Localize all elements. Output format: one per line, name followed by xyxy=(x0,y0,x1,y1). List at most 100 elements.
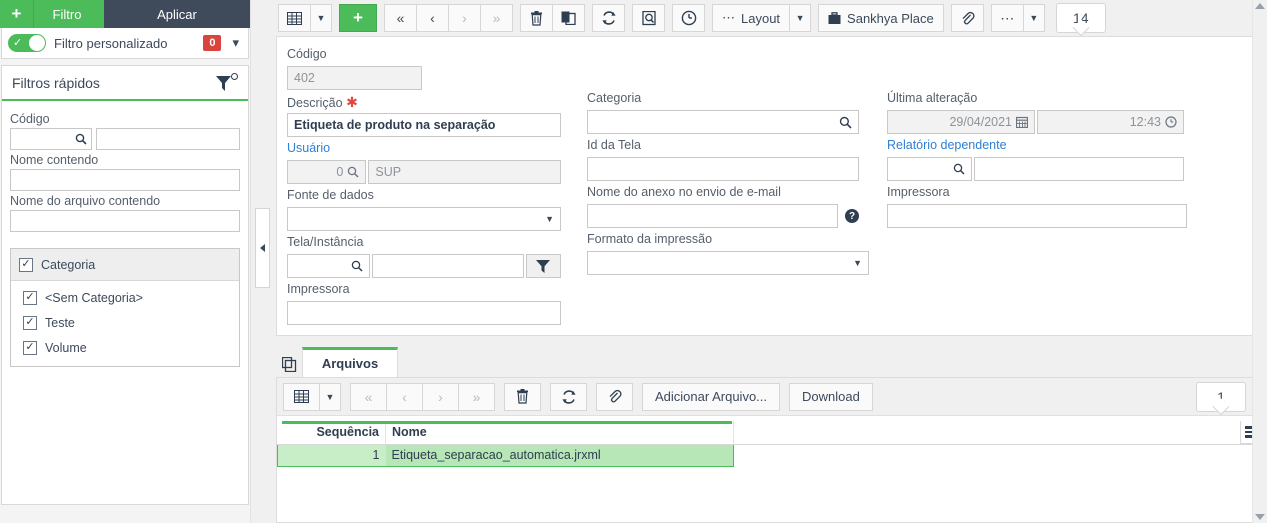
report-button[interactable] xyxy=(632,4,665,32)
label-relatorio-dependente[interactable]: Relatório dependente xyxy=(887,138,1187,155)
trash-icon xyxy=(517,389,528,404)
nome-arquivo-contendo-input[interactable] xyxy=(10,210,240,232)
checkbox-sem-categoria[interactable]: ✓ xyxy=(23,290,37,305)
add-record-button[interactable]: + xyxy=(339,4,377,32)
scroll-up-arrow-icon[interactable] xyxy=(1255,3,1265,9)
caret-down-icon-button[interactable]: ▼ xyxy=(310,4,332,32)
filter-button[interactable]: + Filtro xyxy=(0,0,104,28)
more-actions-button[interactable]: ⋯ xyxy=(990,4,1024,32)
caret-down-icon: ▼ xyxy=(853,258,862,268)
grid-row-count-badge[interactable]: 1 xyxy=(1196,382,1246,412)
record-count-badge[interactable]: 14 xyxy=(1055,3,1106,33)
toolbar-group-layout: ⋯ Layout ▼ xyxy=(712,4,812,32)
usuario-code-field[interactable]: 0 xyxy=(287,160,367,184)
custom-filter-toggle[interactable]: ✓ xyxy=(8,34,46,52)
categoria-field[interactable] xyxy=(587,110,859,134)
codigo-value-input[interactable] xyxy=(96,128,240,150)
next-row-button[interactable]: › xyxy=(422,382,459,411)
funnel-settings-icon[interactable] xyxy=(216,72,238,93)
tela-instancia-filter-button[interactable] xyxy=(525,254,561,278)
first-row-button[interactable]: « xyxy=(350,382,387,411)
relatorio-dependente-value-field[interactable] xyxy=(974,157,1184,181)
attach-file-button[interactable] xyxy=(596,382,633,411)
grid-icon xyxy=(287,11,302,25)
layout-button[interactable]: ⋯ Layout xyxy=(712,4,791,32)
download-label: Download xyxy=(802,389,860,404)
categoria-group-header[interactable]: ✓ Categoria xyxy=(11,249,239,281)
column-header-sequencia[interactable]: Sequência xyxy=(277,421,386,445)
tela-instancia-value-field[interactable] xyxy=(372,254,524,278)
collapse-sidebar-handle[interactable] xyxy=(255,208,270,288)
refresh-grid-button[interactable] xyxy=(550,382,587,411)
vertical-scrollbar[interactable] xyxy=(1252,0,1267,523)
grid-toolbar-group-delete xyxy=(504,382,541,411)
more-dropdown-button[interactable]: ▼ xyxy=(1022,4,1045,32)
label-usuario[interactable]: Usuário xyxy=(287,141,561,158)
required-asterisk-icon: ✱ xyxy=(346,94,358,110)
delete-record-button[interactable] xyxy=(520,4,553,32)
checkbox-teste[interactable]: ✓ xyxy=(23,315,37,330)
nome-contendo-input[interactable] xyxy=(10,169,240,191)
descricao-field[interactable]: Etiqueta de produto na separação xyxy=(287,113,561,137)
previous-row-button[interactable]: ‹ xyxy=(386,382,423,411)
sankhya-place-button[interactable]: Sankhya Place xyxy=(818,4,944,32)
refresh-button[interactable] xyxy=(592,4,625,32)
help-icon[interactable]: ? xyxy=(845,209,859,223)
impressora-right-field[interactable] xyxy=(887,204,1187,228)
apply-button[interactable]: Aplicar xyxy=(104,0,250,28)
cell-spacer xyxy=(733,444,1264,466)
formato-impressao-select[interactable]: ▼ xyxy=(587,251,869,275)
chevron-down-icon[interactable]: ▾ xyxy=(229,35,242,51)
nome-anexo-field[interactable] xyxy=(587,204,838,228)
relatorio-dependente-code-field[interactable] xyxy=(887,157,972,181)
table-row[interactable]: 1 Etiqueta_separacao_automatica.jrxml xyxy=(277,443,1264,467)
table-header-row: Sequência Nome xyxy=(277,421,1264,445)
scroll-down-arrow-icon[interactable] xyxy=(1255,514,1265,520)
attachment-button[interactable] xyxy=(950,4,984,32)
first-record-button[interactable]: « xyxy=(384,4,417,32)
filter-label-codigo: Código xyxy=(10,112,50,126)
duplicate-record-button[interactable] xyxy=(552,4,585,32)
previous-record-button[interactable]: ‹ xyxy=(416,4,449,32)
add-filter-icon[interactable]: + xyxy=(0,0,34,28)
application-window: + Filtro Aplicar ✓ Filtro personalizado … xyxy=(0,0,1267,523)
grid-icon-button[interactable] xyxy=(278,4,311,32)
caret-down-icon: ▼ xyxy=(545,214,554,224)
add-file-button[interactable]: Adicionar Arquivo... xyxy=(642,382,781,411)
categoria-group-checkbox[interactable]: ✓ xyxy=(19,257,33,272)
codigo-search-input[interactable] xyxy=(10,128,92,150)
checkbox-volume[interactable]: ✓ xyxy=(23,340,37,355)
double-chevron-right-icon: » xyxy=(492,10,501,26)
grid-view-dropdown-button[interactable]: ▼ xyxy=(319,382,341,411)
impressora-left-field[interactable] xyxy=(287,301,561,325)
download-button[interactable]: Download xyxy=(789,382,873,411)
copy-icon xyxy=(561,11,576,25)
files-grid: Sequência Nome 1 Etiqueta_separacao_auto… xyxy=(277,416,1264,522)
list-item-label: Teste xyxy=(45,315,75,330)
last-row-button[interactable]: » xyxy=(458,382,495,411)
toolbar-group-attach xyxy=(950,4,984,32)
last-record-button[interactable]: » xyxy=(480,4,513,32)
form-columns: Código 402 Descrição ✱ Etiqueta de produ… xyxy=(287,43,1254,325)
column-header-nome[interactable]: Nome xyxy=(385,421,734,445)
cell-nome: Etiqueta_separacao_automatica.jrxml xyxy=(385,443,734,467)
filter-top-bar: + Filtro Aplicar xyxy=(0,0,250,28)
categoria-group-label: Categoria xyxy=(41,257,96,272)
next-record-button[interactable]: › xyxy=(448,4,481,32)
copy-tab-icon[interactable] xyxy=(276,351,302,377)
delete-row-button[interactable] xyxy=(504,382,541,411)
main-panel: ▼ + « ‹ › » ⋯ Layout ▼ Sankhya Place ⋯ ▼… xyxy=(274,0,1267,523)
list-item[interactable]: ✓ Teste xyxy=(11,310,239,335)
tab-bar: Arquivos xyxy=(276,347,1265,377)
ultima-alteracao-time-value: 12:43 xyxy=(1129,115,1161,129)
layout-dropdown-button[interactable]: ▼ xyxy=(789,4,812,32)
list-item[interactable]: ✓ <Sem Categoria> xyxy=(11,285,239,310)
refresh-icon xyxy=(601,11,616,25)
grid-view-button[interactable] xyxy=(283,382,320,411)
tab-arquivos[interactable]: Arquivos xyxy=(302,347,398,377)
list-item[interactable]: ✓ Volume xyxy=(11,335,239,360)
schedule-button[interactable] xyxy=(672,4,705,32)
tela-instancia-code-field[interactable] xyxy=(287,254,371,278)
id-tela-field[interactable] xyxy=(587,157,859,181)
fonte-dados-select[interactable]: ▼ xyxy=(287,207,561,231)
